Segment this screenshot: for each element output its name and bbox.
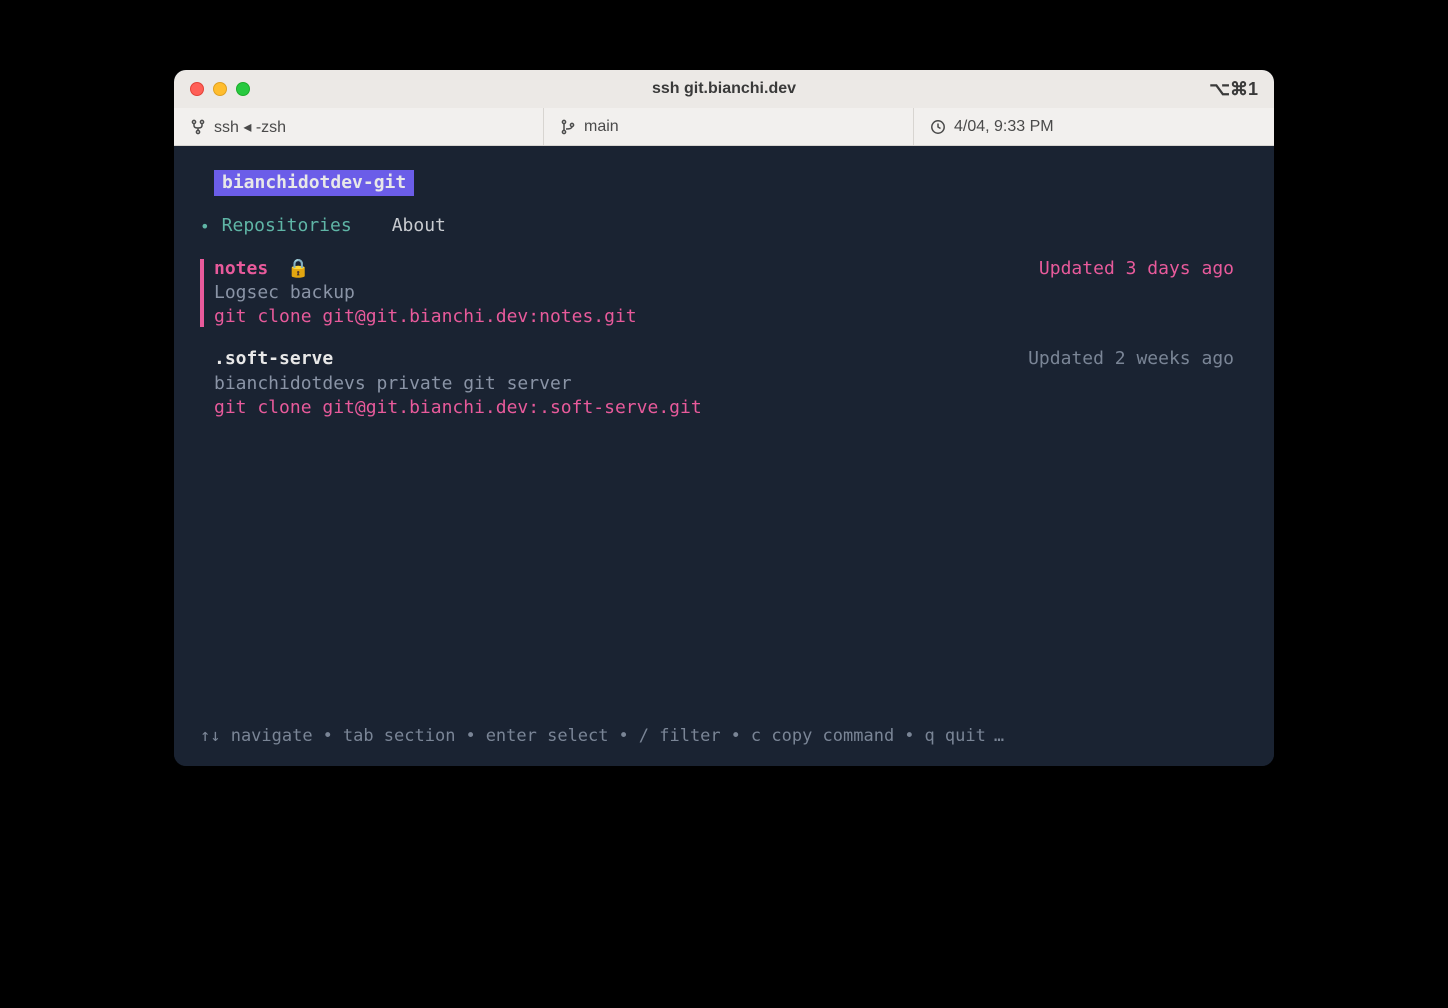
tab-about[interactable]: About bbox=[392, 214, 446, 238]
status-time: 4/04, 9:33 PM bbox=[914, 108, 1274, 145]
help-tab: tab section bbox=[343, 725, 456, 748]
help-separator: • bbox=[323, 725, 333, 748]
help-separator: • bbox=[465, 725, 475, 748]
close-button[interactable] bbox=[190, 82, 204, 96]
branch-icon bbox=[560, 119, 576, 135]
help-more: … bbox=[994, 725, 1004, 748]
keyboard-shortcut-indicator: ⌥⌘1 bbox=[1209, 79, 1258, 100]
maximize-button[interactable] bbox=[236, 82, 250, 96]
lock-icon: 🔒 bbox=[287, 258, 309, 279]
repo-name: .soft-serve bbox=[214, 348, 333, 369]
repo-updated: Updated 3 days ago bbox=[1039, 257, 1234, 281]
repo-item-soft-serve[interactable]: .soft-serve Updated 2 weeks ago bianchid… bbox=[174, 347, 1274, 420]
help-quit: q quit bbox=[924, 725, 985, 748]
help-separator: • bbox=[619, 725, 629, 748]
server-name: bianchidotdev-git bbox=[214, 170, 414, 196]
help-separator: • bbox=[904, 725, 914, 748]
process-label: ssh ◂ -zsh bbox=[214, 117, 286, 137]
help-filter: / filter bbox=[639, 725, 721, 748]
tab-repositories[interactable]: Repositories bbox=[222, 214, 352, 238]
help-navigate: ↑↓ navigate bbox=[200, 725, 313, 748]
terminal-window: ssh git.bianchi.dev ⌥⌘1 ssh ◂ -zsh main bbox=[174, 70, 1274, 766]
clock-icon bbox=[930, 119, 946, 135]
repo-item-notes[interactable]: notes 🔒 Updated 3 days ago Logsec backup… bbox=[174, 257, 1274, 330]
repo-updated: Updated 2 weeks ago bbox=[1028, 347, 1234, 371]
repo-description: Logsec backup bbox=[214, 281, 1234, 305]
repo-description: bianchidotdevs private git server bbox=[214, 372, 1234, 396]
help-enter: enter select bbox=[486, 725, 609, 748]
terminal-content[interactable]: bianchidotdev-git • Repositories About n… bbox=[174, 146, 1274, 766]
window-title: ssh git.bianchi.dev bbox=[652, 80, 796, 98]
window-titlebar: ssh git.bianchi.dev ⌥⌘1 bbox=[174, 70, 1274, 108]
tab-active-indicator: • bbox=[200, 216, 210, 238]
repo-clone-command: git clone git@git.bianchi.dev:notes.git bbox=[214, 305, 1234, 329]
help-separator: • bbox=[731, 725, 741, 748]
status-bar: ssh ◂ -zsh main 4/04, 9:33 PM bbox=[174, 108, 1274, 146]
tabs: • Repositories About bbox=[200, 214, 1274, 238]
repo-clone-command: git clone git@git.bianchi.dev:.soft-serv… bbox=[214, 396, 1234, 420]
help-bar: ↑↓ navigate • tab section • enter select… bbox=[200, 725, 1248, 748]
help-copy: c copy command bbox=[751, 725, 894, 748]
git-fork-icon bbox=[190, 119, 206, 135]
traffic-lights bbox=[190, 82, 250, 96]
status-process: ssh ◂ -zsh bbox=[174, 108, 544, 145]
repo-list: notes 🔒 Updated 3 days ago Logsec backup… bbox=[174, 257, 1274, 421]
status-branch: main bbox=[544, 108, 914, 145]
repo-name: notes bbox=[214, 258, 268, 279]
minimize-button[interactable] bbox=[213, 82, 227, 96]
time-label: 4/04, 9:33 PM bbox=[954, 118, 1054, 136]
branch-label: main bbox=[584, 118, 619, 136]
